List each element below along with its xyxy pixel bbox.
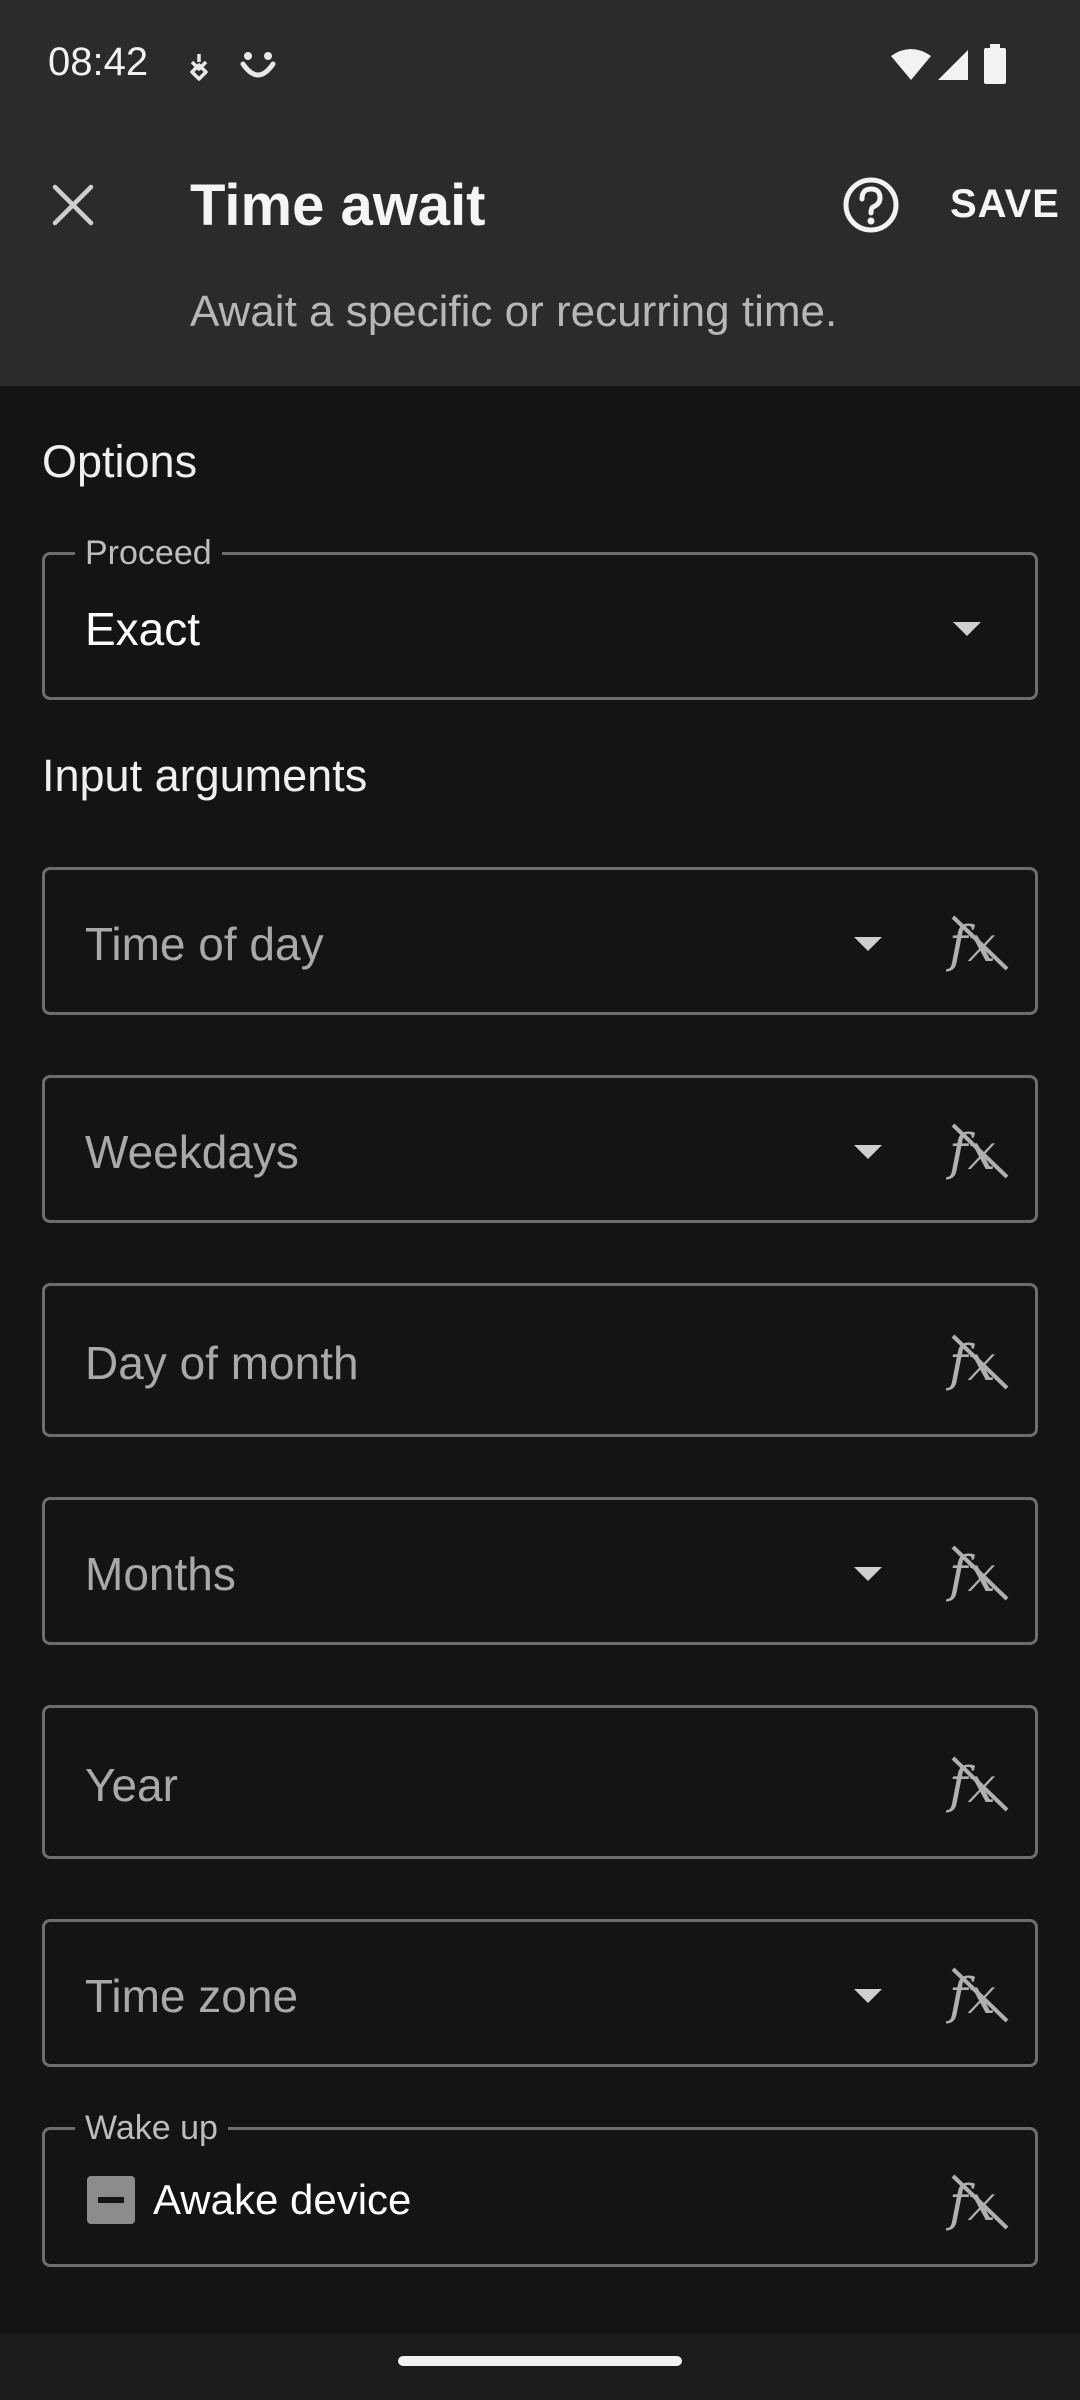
signal-icon bbox=[938, 50, 968, 80]
year-placeholder: Year bbox=[85, 1759, 178, 1811]
dropdown-arrow-icon[interactable] bbox=[854, 1989, 882, 2003]
fx-toggle-icon[interactable]: fx bbox=[945, 1537, 1015, 1607]
options-section-title: Options bbox=[42, 436, 198, 487]
svg-text:fx: fx bbox=[945, 1123, 996, 1181]
fx-toggle-icon[interactable]: fx bbox=[945, 907, 1015, 977]
awake-device-checkbox[interactable] bbox=[87, 2176, 135, 2224]
fx-toggle-icon[interactable]: fx bbox=[945, 1115, 1015, 1185]
weekdays-placeholder: Weekdays bbox=[85, 1126, 299, 1178]
dropdown-arrow-icon[interactable] bbox=[854, 1567, 882, 1581]
wifi-icon bbox=[891, 49, 931, 80]
svg-text:fx: fx bbox=[945, 1545, 996, 1603]
day-of-month-field[interactable]: Day of month fx bbox=[42, 1283, 1038, 1437]
status-bar: 08:42 bbox=[0, 0, 1080, 132]
svg-text:fx: fx bbox=[945, 915, 996, 973]
navigation-bar bbox=[0, 2334, 1080, 2400]
fx-toggle-icon[interactable]: fx bbox=[945, 1326, 1015, 1396]
close-button[interactable] bbox=[40, 172, 106, 238]
wake-up-field: Wake up Awake device fx bbox=[42, 2108, 1038, 2267]
time-zone-placeholder: Time zone bbox=[85, 1970, 299, 2022]
proceed-dropdown[interactable]: Proceed Exact bbox=[42, 533, 1038, 700]
fx-toggle-icon[interactable]: fx bbox=[945, 1959, 1015, 2029]
dropdown-arrow-icon[interactable] bbox=[854, 1145, 882, 1159]
app-bar: Time await SAVE Await a specific or recu… bbox=[0, 132, 1080, 386]
time-of-day-placeholder: Time of day bbox=[85, 918, 324, 970]
wake-up-label: Wake up bbox=[75, 2108, 228, 2148]
proceed-value: Exact bbox=[85, 603, 201, 655]
months-field[interactable]: Months fx bbox=[42, 1497, 1038, 1645]
months-placeholder: Months bbox=[85, 1548, 236, 1600]
help-icon bbox=[843, 177, 899, 233]
time-of-day-field[interactable]: Time of day fx bbox=[42, 867, 1038, 1015]
home-gesture-handle[interactable] bbox=[398, 2356, 682, 2366]
dropdown-arrow-icon[interactable] bbox=[854, 937, 882, 951]
notification-app-icon bbox=[190, 54, 208, 81]
battery-icon bbox=[984, 44, 1006, 84]
close-icon bbox=[52, 184, 94, 226]
fx-toggle-icon[interactable]: fx bbox=[945, 1748, 1015, 1818]
page-title: Time await bbox=[190, 173, 486, 238]
awake-device-label[interactable]: Awake device bbox=[153, 2176, 411, 2224]
save-button[interactable]: SAVE bbox=[950, 182, 1060, 227]
day-of-month-placeholder: Day of month bbox=[85, 1337, 359, 1389]
page-subtitle: Await a specific or recurring time. bbox=[190, 287, 838, 336]
smile-app-icon bbox=[240, 52, 276, 78]
year-field[interactable]: Year fx bbox=[42, 1705, 1038, 1859]
inputs-section-title: Input arguments bbox=[42, 750, 368, 801]
weekdays-field[interactable]: Weekdays fx bbox=[42, 1075, 1038, 1223]
dropdown-arrow-icon bbox=[953, 622, 981, 636]
status-time: 08:42 bbox=[48, 40, 149, 84]
fx-toggle-icon[interactable]: fx bbox=[945, 2166, 1015, 2236]
svg-text:fx: fx bbox=[945, 2174, 996, 2232]
svg-text:fx: fx bbox=[945, 1334, 996, 1392]
proceed-label: Proceed bbox=[75, 533, 222, 573]
time-zone-field[interactable]: Time zone fx bbox=[42, 1919, 1038, 2067]
help-button[interactable] bbox=[838, 172, 904, 238]
svg-text:fx: fx bbox=[945, 1756, 996, 1814]
svg-text:fx: fx bbox=[945, 1967, 996, 2025]
